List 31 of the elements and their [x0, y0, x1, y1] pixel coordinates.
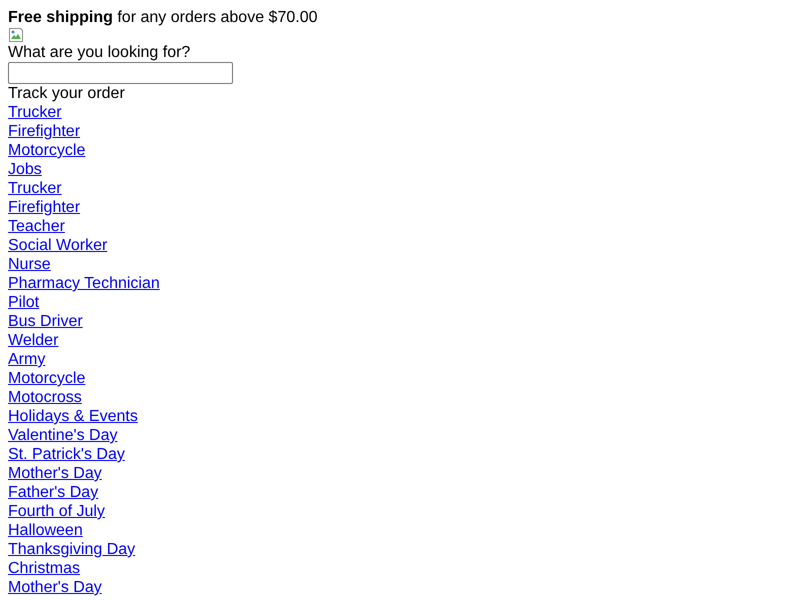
category-link[interactable]: Halloween — [8, 522, 83, 539]
shipping-notice-text: Free shipping for any orders above $70.00 — [8, 9, 318, 26]
category-link[interactable]: Christmas — [8, 560, 80, 577]
category-link[interactable]: Bus Driver — [8, 313, 83, 330]
category-link[interactable]: Firefighter — [8, 199, 80, 216]
category-link[interactable]: St. Patrick's Day — [8, 446, 125, 463]
track-order-text: Track your order — [8, 85, 125, 102]
category-link[interactable]: Thanksgiving Day — [8, 541, 136, 558]
search-label: What are you looking for? — [8, 44, 190, 61]
category-link[interactable]: Social Worker — [8, 237, 108, 254]
category-link[interactable]: Motocross — [8, 389, 82, 406]
category-link[interactable]: Mother's Day — [8, 579, 102, 596]
category-link[interactable]: Mother's Day — [8, 465, 102, 482]
category-link[interactable]: Trucker — [8, 104, 62, 121]
category-link[interactable]: Firefighter — [8, 123, 80, 140]
category-link[interactable]: Fourth of July — [8, 503, 105, 520]
category-link[interactable]: Holidays & Events — [8, 408, 138, 425]
category-link[interactable]: Motorcycle — [8, 142, 86, 159]
category-link[interactable]: Pharmacy Technician — [8, 275, 160, 292]
category-link[interactable]: Welder — [8, 332, 58, 349]
search-field[interactable] — [8, 62, 233, 84]
category-link[interactable]: Army — [8, 351, 46, 368]
category-link[interactable]: Father's Day — [8, 484, 98, 501]
category-link[interactable]: Nurse — [8, 256, 51, 273]
category-link[interactable]: Motorcycle — [8, 370, 86, 387]
category-link[interactable]: Jobs — [8, 161, 42, 178]
category-link[interactable]: Valentine's Day — [8, 427, 118, 444]
category-link[interactable]: Teacher — [8, 218, 65, 235]
broken-image-icon — [8, 27, 24, 43]
category-link[interactable]: Trucker — [8, 180, 62, 197]
category-link[interactable]: Pilot — [8, 294, 40, 311]
